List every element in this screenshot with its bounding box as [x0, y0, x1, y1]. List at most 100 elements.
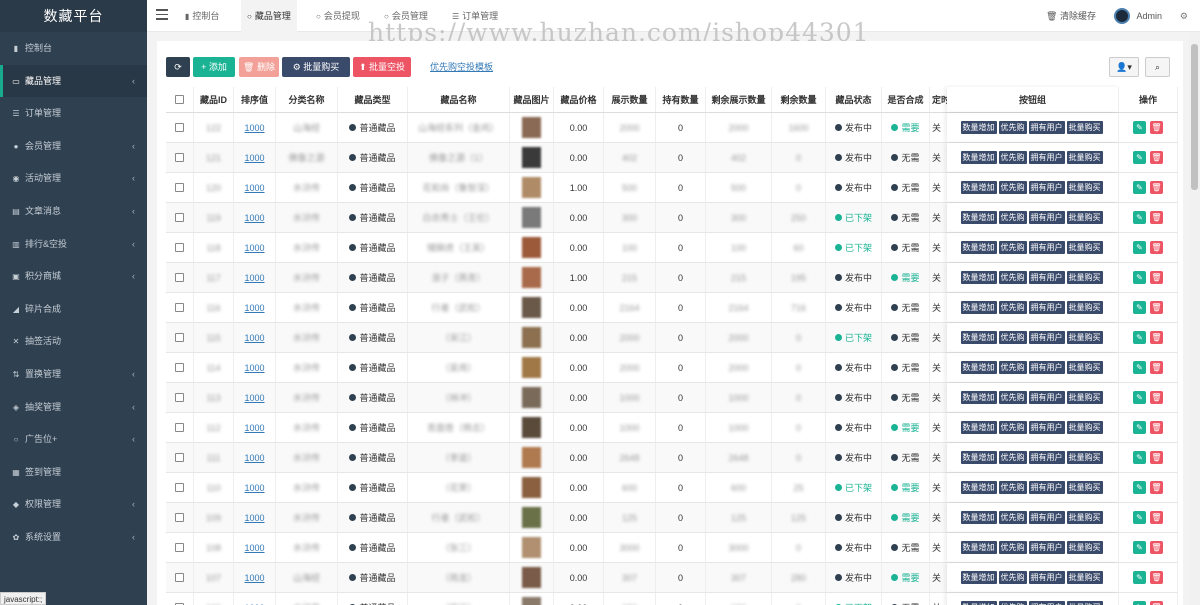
increase-qty-button[interactable]: 数量增加 — [960, 301, 997, 314]
sidebar-item-15[interactable]: ✿ 系统设置 ‹ — [0, 521, 147, 554]
trash-icon[interactable]: 🗑 — [1150, 121, 1163, 134]
priority-buy-button[interactable]: 优先购 — [998, 151, 1027, 164]
trash-icon[interactable]: 🗑 — [1150, 211, 1163, 224]
edit-icon[interactable]: ✎ — [1133, 481, 1146, 494]
bulk-buy-row-button[interactable]: 批量购买 — [1066, 271, 1103, 284]
airdrop-template-link[interactable]: 优先购空投模板 — [430, 57, 493, 77]
sidebar-item-4[interactable]: ◉ 活动管理 ‹ — [0, 162, 147, 195]
owners-button[interactable]: 拥有用户 — [1028, 571, 1065, 584]
owners-button[interactable]: 拥有用户 — [1028, 361, 1065, 374]
priority-buy-button[interactable]: 优先购 — [998, 121, 1027, 134]
priority-buy-button[interactable]: 优先购 — [998, 541, 1027, 554]
bulk-buy-row-button[interactable]: 批量购买 — [1066, 181, 1103, 194]
sidebar-item-13[interactable]: ▦ 签到管理 — [0, 456, 147, 489]
bulk-buy-row-button[interactable]: 批量购买 — [1066, 241, 1103, 254]
bulk-buy-row-button[interactable]: 批量购买 — [1066, 601, 1103, 605]
tab-2[interactable]: ○ 会员提现 — [310, 0, 366, 32]
sort-value-link[interactable]: 1000 — [244, 513, 264, 523]
edit-icon[interactable]: ✎ — [1133, 151, 1146, 164]
sidebar-item-3[interactable]: ● 会员管理 ‹ — [0, 130, 147, 163]
item-thumbnail[interactable] — [522, 477, 541, 498]
increase-qty-button[interactable]: 数量增加 — [960, 451, 997, 464]
fullscreen-icon[interactable]: ⚙ — [1180, 0, 1188, 32]
trash-icon[interactable]: 🗑 — [1150, 151, 1163, 164]
increase-qty-button[interactable]: 数量增加 — [960, 361, 997, 374]
item-thumbnail[interactable] — [522, 327, 541, 348]
sort-value-link[interactable]: 1000 — [244, 273, 264, 283]
sort-value-link[interactable]: 1000 — [244, 543, 264, 553]
bulk-buy-row-button[interactable]: 批量购买 — [1066, 331, 1103, 344]
trash-icon[interactable]: 🗑 — [1150, 181, 1163, 194]
owners-button[interactable]: 拥有用户 — [1028, 121, 1065, 134]
bulk-buy-row-button[interactable]: 批量购买 — [1066, 211, 1103, 224]
sort-value-link[interactable]: 1000 — [244, 483, 264, 493]
row-checkbox[interactable] — [175, 393, 184, 402]
owners-button[interactable]: 拥有用户 — [1028, 421, 1065, 434]
trash-icon[interactable]: 🗑 — [1150, 481, 1163, 494]
increase-qty-button[interactable]: 数量增加 — [960, 151, 997, 164]
item-thumbnail[interactable] — [522, 387, 541, 408]
priority-buy-button[interactable]: 优先购 — [998, 331, 1027, 344]
search-toggle-button[interactable]: ⌕ — [1145, 57, 1170, 77]
bulk-buy-row-button[interactable]: 批量购买 — [1066, 541, 1103, 554]
item-thumbnail[interactable] — [522, 507, 541, 528]
row-checkbox[interactable] — [175, 573, 184, 582]
owners-button[interactable]: 拥有用户 — [1028, 391, 1065, 404]
row-checkbox[interactable] — [175, 333, 184, 342]
hamburger-menu-icon[interactable] — [156, 9, 168, 20]
row-checkbox[interactable] — [175, 153, 184, 162]
owners-button[interactable]: 拥有用户 — [1028, 451, 1065, 464]
sort-value-link[interactable]: 1000 — [244, 213, 264, 223]
admin-username[interactable]: Admin — [1136, 0, 1162, 32]
row-checkbox[interactable] — [175, 303, 184, 312]
sidebar-item-0[interactable]: ▮ 控制台 — [0, 32, 147, 65]
trash-icon[interactable]: 🗑 — [1150, 541, 1163, 554]
increase-qty-button[interactable]: 数量增加 — [960, 391, 997, 404]
edit-icon[interactable]: ✎ — [1133, 121, 1146, 134]
item-thumbnail[interactable] — [522, 537, 541, 558]
item-thumbnail[interactable] — [522, 417, 541, 438]
increase-qty-button[interactable]: 数量增加 — [960, 271, 997, 284]
increase-qty-button[interactable]: 数量增加 — [960, 601, 997, 605]
owners-button[interactable]: 拥有用户 — [1028, 301, 1065, 314]
refresh-button[interactable]: ⟳ — [166, 57, 190, 77]
trash-icon[interactable]: 🗑 — [1150, 301, 1163, 314]
priority-buy-button[interactable]: 优先购 — [998, 511, 1027, 524]
sort-value-link[interactable]: 1000 — [244, 153, 264, 163]
item-thumbnail[interactable] — [522, 567, 541, 588]
sidebar-item-12[interactable]: ○ 广告位+ ‹ — [0, 423, 147, 456]
item-thumbnail[interactable] — [522, 597, 541, 605]
row-checkbox[interactable] — [175, 243, 184, 252]
increase-qty-button[interactable]: 数量增加 — [960, 211, 997, 224]
increase-qty-button[interactable]: 数量增加 — [960, 331, 997, 344]
sidebar-item-11[interactable]: ◈ 抽奖管理 ‹ — [0, 391, 147, 424]
edit-icon[interactable]: ✎ — [1133, 241, 1146, 254]
trash-icon[interactable]: 🗑 — [1150, 391, 1163, 404]
item-thumbnail[interactable] — [522, 177, 541, 198]
increase-qty-button[interactable]: 数量增加 — [960, 181, 997, 194]
owners-button[interactable]: 拥有用户 — [1028, 331, 1065, 344]
clear-cache-button[interactable]: 🗑 清除缓存 — [1046, 0, 1096, 32]
trash-icon[interactable]: 🗑 — [1150, 271, 1163, 284]
increase-qty-button[interactable]: 数量增加 — [960, 541, 997, 554]
priority-buy-button[interactable]: 优先购 — [998, 211, 1027, 224]
bulk-airdrop-button[interactable]: ⬆ 批量空投 — [353, 57, 411, 77]
row-checkbox[interactable] — [175, 123, 184, 132]
item-thumbnail[interactable] — [522, 297, 541, 318]
priority-buy-button[interactable]: 优先购 — [998, 601, 1027, 605]
bulk-buy-row-button[interactable]: 批量购买 — [1066, 151, 1103, 164]
delete-button[interactable]: 🗑 删除 — [239, 57, 279, 77]
item-thumbnail[interactable] — [522, 147, 541, 168]
item-thumbnail[interactable] — [522, 207, 541, 228]
owners-button[interactable]: 拥有用户 — [1028, 271, 1065, 284]
item-thumbnail[interactable] — [522, 117, 541, 138]
sidebar-item-2[interactable]: ☰ 订单管理 — [0, 97, 147, 130]
sort-value-link[interactable]: 1000 — [244, 423, 264, 433]
bulk-buy-row-button[interactable]: 批量购买 — [1066, 511, 1103, 524]
priority-buy-button[interactable]: 优先购 — [998, 241, 1027, 254]
sort-value-link[interactable]: 1000 — [244, 453, 264, 463]
bulk-buy-row-button[interactable]: 批量购买 — [1066, 571, 1103, 584]
row-checkbox[interactable] — [175, 183, 184, 192]
item-thumbnail[interactable] — [522, 267, 541, 288]
sidebar-item-14[interactable]: ◆ 权限管理 ‹ — [0, 488, 147, 521]
